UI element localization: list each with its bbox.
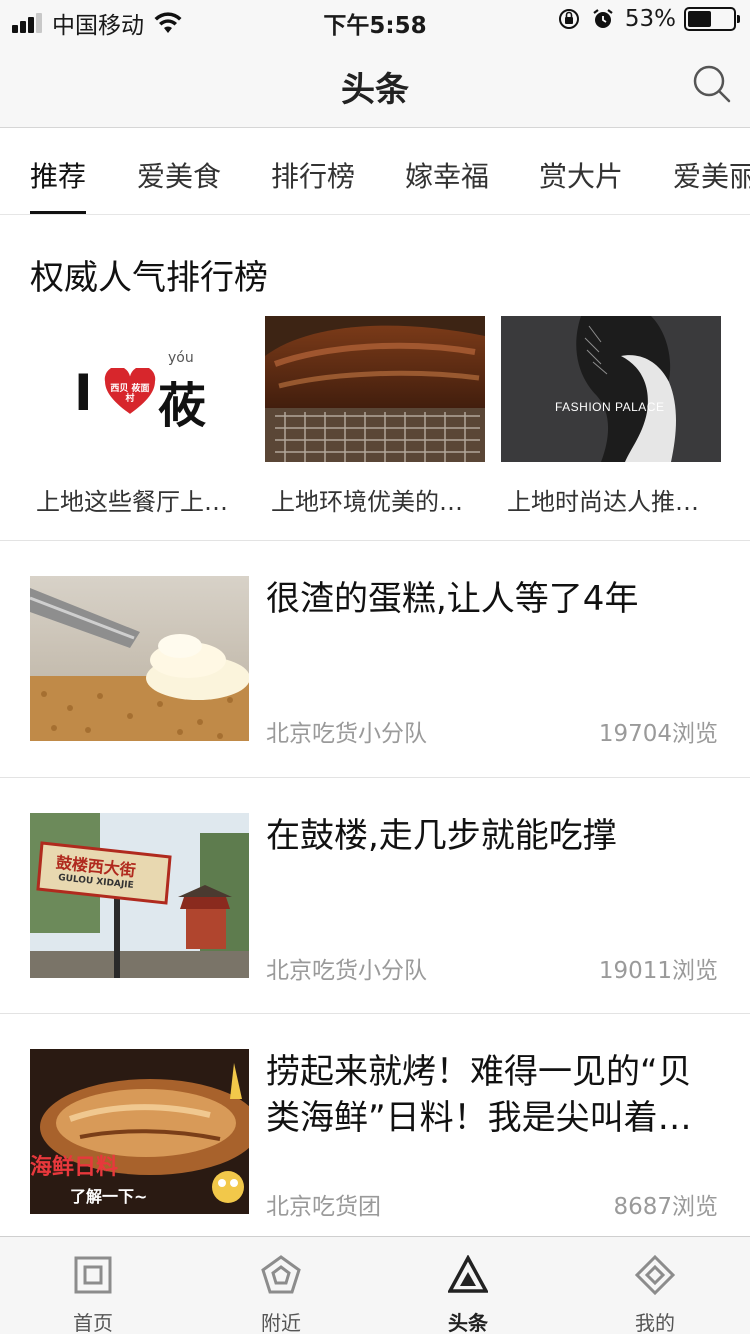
ranking-card[interactable]: FASHION PALACE 上地时尚达人推…	[501, 316, 721, 517]
tab-recommend[interactable]: 推荐	[30, 155, 87, 214]
home-square-icon	[74, 1256, 112, 1294]
logo-char: 莜	[158, 378, 207, 434]
ranking-image-roast	[265, 316, 485, 462]
tabbar-label: 我的	[635, 1311, 675, 1334]
divider	[0, 777, 750, 778]
tabbar-home[interactable]: 首页	[43, 1255, 143, 1334]
status-right: 53%	[557, 6, 740, 32]
tab-wedding[interactable]: 嫁幸福	[405, 155, 489, 214]
tab-ranking[interactable]: 排行榜	[271, 155, 355, 214]
article-title: 很渣的蛋糕,让人等了4年	[266, 579, 639, 619]
alarm-icon	[593, 9, 613, 28]
ranking-caption: 上地环境优美的…	[271, 488, 463, 516]
article-thumbnail	[30, 576, 249, 741]
category-tabs: 推荐 爱美食 排行榜 嫁幸福 赏大片 爱美丽	[0, 129, 750, 215]
headline-triangle-icon	[448, 1255, 488, 1293]
fashion-image-text: FASHION PALACE	[555, 400, 665, 414]
battery-fill	[688, 11, 712, 27]
article-title: 在鼓楼,走几步就能吃撑	[266, 816, 617, 856]
ranking-image-logo: yóu I 西贝 莜面村 莜	[30, 316, 250, 462]
search-icon[interactable]	[692, 64, 732, 104]
logo-heart-text: 西贝 莜面村	[110, 384, 150, 404]
fashion-portrait-image	[501, 316, 721, 462]
tab-food[interactable]: 爱美食	[137, 155, 221, 214]
divider	[0, 1013, 750, 1014]
battery-percent: 53%	[624, 6, 676, 32]
ranking-image-fashion: FASHION PALACE	[501, 316, 721, 462]
divider	[0, 540, 750, 541]
tabbar-profile[interactable]: 我的	[605, 1255, 705, 1334]
gulou-street-image	[30, 813, 249, 978]
image-overlay-subtext: 了解一下~	[70, 1187, 148, 1206]
bottom-tab-bar: 首页 附近 头条 我的	[0, 1236, 750, 1334]
ranking-card[interactable]: 上地环境优美的…	[265, 316, 485, 517]
ranking-caption: 上地时尚达人推…	[507, 488, 699, 516]
tab-photos[interactable]: 赏大片	[539, 155, 623, 214]
profile-diamond-icon	[635, 1255, 675, 1295]
roast-meat-image	[265, 316, 485, 462]
battery-icon	[684, 7, 740, 31]
tabbar-label: 附近	[261, 1311, 301, 1334]
article-thumbnail: 鼓楼西大街 GULOU XIDAJIE	[30, 813, 249, 978]
ranking-card[interactable]: yóu I 西贝 莜面村 莜 上地这些餐厅上…	[30, 316, 250, 517]
logo-letter: I	[74, 364, 93, 422]
nav-bar: 头条	[0, 40, 750, 128]
tabbar-headline[interactable]: 头条	[418, 1255, 518, 1334]
article-source: 北京吃货小分队	[266, 721, 427, 747]
article-source: 北京吃货团	[266, 1194, 381, 1220]
article-views: 19011浏览	[598, 958, 718, 984]
tab-beauty[interactable]: 爱美丽	[673, 155, 750, 214]
status-bar: 中国移动 下午5:58 53%	[0, 0, 750, 40]
tabbar-label: 首页	[73, 1311, 113, 1334]
article-views: 8687浏览	[613, 1194, 718, 1220]
article-views: 19704浏览	[598, 721, 718, 747]
tabbar-label: 头条	[448, 1311, 488, 1334]
orientation-lock-icon	[558, 9, 579, 29]
ranking-caption: 上地这些餐厅上…	[36, 488, 228, 516]
ranking-title: 权威人气排行榜	[30, 258, 268, 298]
image-overlay-text: 海鲜日料	[30, 1155, 119, 1180]
tabbar-nearby[interactable]: 附近	[231, 1255, 331, 1334]
logo-pinyin: yóu	[168, 350, 194, 366]
article-thumbnail: 海鲜日料 了解一下~	[30, 1049, 249, 1214]
page-title: 头条	[341, 70, 409, 110]
article-title: 捞起来就烤！难得一见的“贝类海鲜”日料！我是尖叫着…	[266, 1052, 692, 1138]
nearby-pentagon-icon	[261, 1255, 301, 1294]
cream-cake-image	[30, 576, 249, 741]
article-source: 北京吃货小分队	[266, 958, 427, 984]
